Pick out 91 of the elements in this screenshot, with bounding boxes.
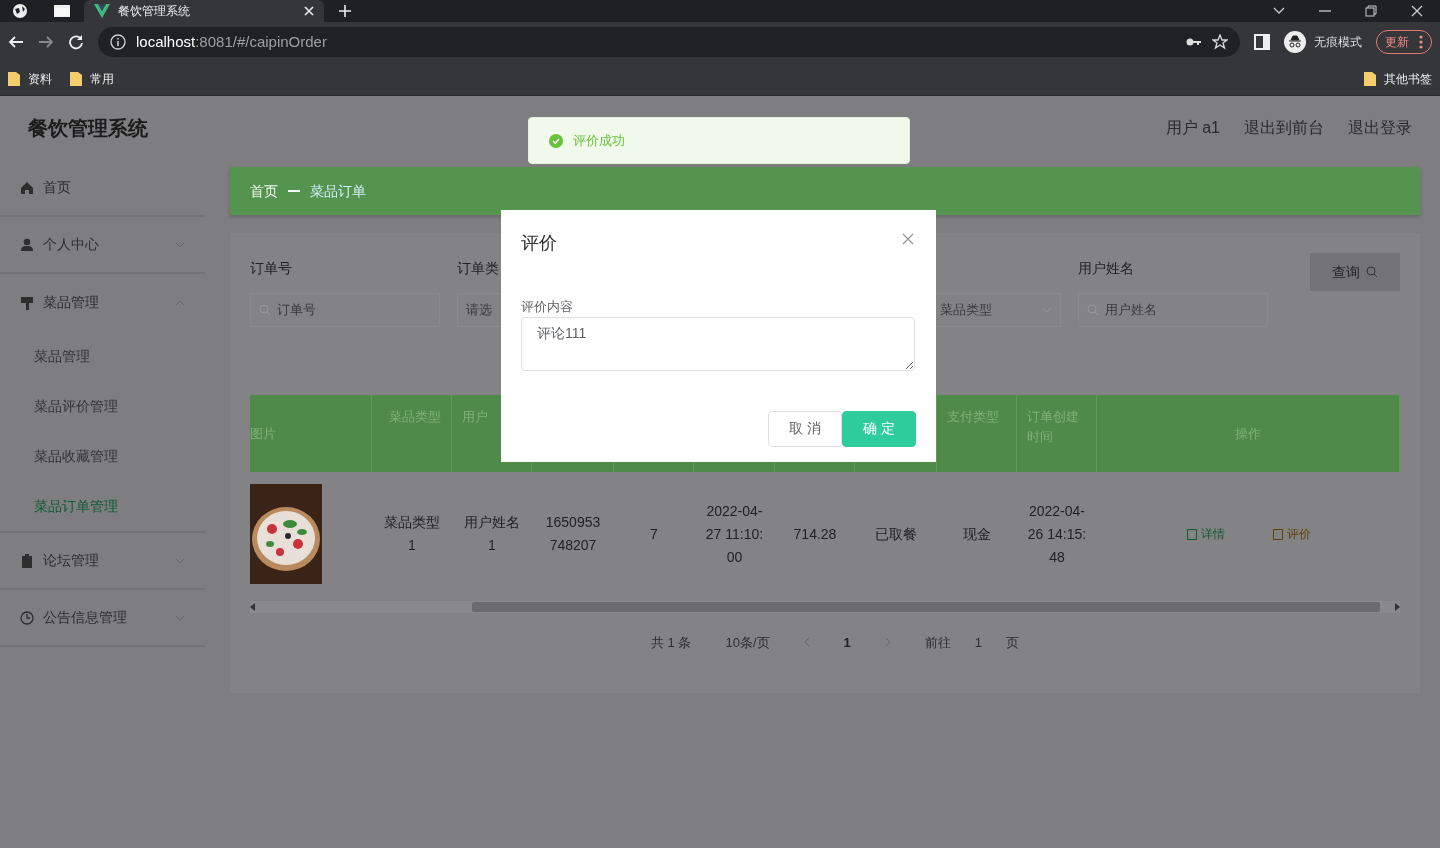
header-link[interactable]: 退出登录	[1348, 116, 1412, 140]
toast-text: 评价成功	[573, 131, 625, 150]
cancel-button[interactable]: 取 消	[768, 410, 843, 447]
sidebar-item[interactable]: 论坛管理	[0, 533, 205, 590]
table-cell-text: 714.28	[792, 524, 838, 544]
breadcrumb-item[interactable]: 菜品订单	[310, 180, 366, 202]
goto-suffix: 页	[1006, 634, 1019, 652]
document-icon	[1186, 528, 1197, 540]
page-size-select[interactable]: 10条/页	[725, 633, 770, 653]
sidebar-label: 首页	[43, 178, 72, 197]
search-icon	[1366, 266, 1378, 278]
logo-icon	[94, 4, 110, 18]
confirm-button[interactable]: 确 定	[842, 410, 916, 447]
sidebar-subitem[interactable]: 菜品评价管理	[0, 381, 205, 431]
bookmark[interactable]: 常用	[70, 69, 114, 88]
folder-icon	[70, 71, 82, 86]
scroll-left-icon	[250, 603, 256, 611]
details-link[interactable]: 详情	[1186, 522, 1225, 546]
folder-icon	[1364, 71, 1376, 86]
globe-icon[interactable]	[12, 3, 28, 19]
reload-icon[interactable]	[68, 34, 84, 50]
url-text: localhost:8081/#/caipinOrder	[136, 31, 327, 52]
table-cell-text: 7	[649, 524, 659, 544]
field-label: 用户姓名	[1078, 258, 1134, 278]
header-link[interactable]: 用户 a1	[1165, 116, 1220, 140]
scrollbar[interactable]	[250, 601, 1400, 613]
folder-icon	[8, 71, 20, 86]
sidebar-subitem[interactable]: 菜品管理	[0, 331, 205, 381]
sidebar-item[interactable]: 首页	[0, 160, 205, 217]
dialog-title: 评价	[521, 232, 557, 255]
forward-icon[interactable]	[38, 34, 54, 50]
profile-button[interactable]: 无痕模式	[1284, 31, 1362, 53]
table-cell-text: 现金	[962, 524, 992, 544]
bookmark-label: 其他书签	[1384, 70, 1432, 88]
search-button[interactable]: 查询	[1310, 253, 1400, 291]
tab-title: 餐饮管理系统	[118, 3, 191, 20]
page-number[interactable]: 1	[843, 633, 851, 653]
field-label: 评价内容	[521, 298, 574, 316]
scroll-right-icon	[1394, 603, 1400, 611]
sidebar-item[interactable]: 个人中心	[0, 217, 205, 274]
table-cell-text: 2022-04-26 14:15:48	[1026, 501, 1088, 567]
search-field[interactable]: 用户姓名	[1078, 293, 1268, 327]
window-icon[interactable]	[54, 4, 70, 18]
total-count: 共 1 条	[651, 634, 692, 652]
sidebar-subitem[interactable]: 菜品收藏管理	[0, 431, 205, 481]
more-icon	[1419, 35, 1423, 49]
breadcrumb-item[interactable]: 首页	[250, 180, 278, 202]
sidebar-label: 菜品管理	[43, 293, 100, 312]
back-icon[interactable]	[8, 34, 24, 50]
search-field[interactable]: 订单号	[250, 293, 440, 327]
profile-label: 无痕模式	[1314, 33, 1362, 51]
bookmark-label: 资料	[28, 70, 52, 88]
comment-field[interactable]: 评论111	[521, 316, 915, 371]
table-cell-text: 2022-04-27 11:10:00	[704, 501, 765, 567]
bookmark[interactable]: 资料	[8, 69, 52, 88]
bookmark[interactable]: 其他书签	[1364, 69, 1432, 88]
sidebar-label: 论坛管理	[43, 551, 100, 570]
sign-icon	[20, 295, 34, 310]
field-label: 订单号	[250, 258, 292, 278]
star-icon[interactable]	[1212, 34, 1228, 50]
sidebar-item[interactable]: 菜品管理	[0, 274, 205, 331]
side-panel-icon[interactable]	[1254, 34, 1270, 50]
sidebar-label: 个人中心	[43, 235, 100, 254]
app-title: 餐饮管理系统	[28, 116, 148, 141]
clipboard-icon	[20, 553, 34, 568]
home-icon	[20, 180, 34, 195]
sidebar-label: 公告信息管理	[43, 608, 128, 627]
sidebar-item[interactable]: 公告信息管理	[0, 590, 205, 647]
plus-icon[interactable]	[338, 4, 352, 18]
sidebar-subitem[interactable]: 菜品订单管理	[0, 481, 205, 531]
info-icon	[110, 34, 126, 50]
separator-icon	[288, 190, 300, 192]
restore-icon[interactable]	[1364, 4, 1378, 18]
close-icon[interactable]	[1410, 4, 1424, 18]
table-cell-text: 已取餐	[874, 524, 918, 544]
goto-field[interactable]: 1	[974, 633, 982, 653]
incognito-icon	[1284, 31, 1306, 53]
header-link[interactable]: 退出到前台	[1244, 116, 1324, 140]
bookmark-label: 常用	[90, 70, 114, 88]
field-label: 订单类	[457, 258, 499, 278]
table-cell-text: 菜品类型1	[383, 513, 441, 555]
check-circle-icon	[549, 133, 563, 148]
table-cell-text: 用户姓名1	[463, 513, 521, 555]
edit-icon	[1272, 528, 1283, 540]
person-icon	[20, 237, 34, 252]
goto-label: 前往	[924, 634, 951, 652]
address-bar[interactable]: localhost:8081/#/caipinOrder	[98, 27, 1240, 57]
table-cell-text: 1650953748207	[544, 513, 602, 555]
clock-icon	[20, 610, 34, 625]
review-link[interactable]: 评价	[1272, 522, 1311, 546]
browser-tab[interactable]: 餐饮管理系统	[84, 0, 324, 22]
